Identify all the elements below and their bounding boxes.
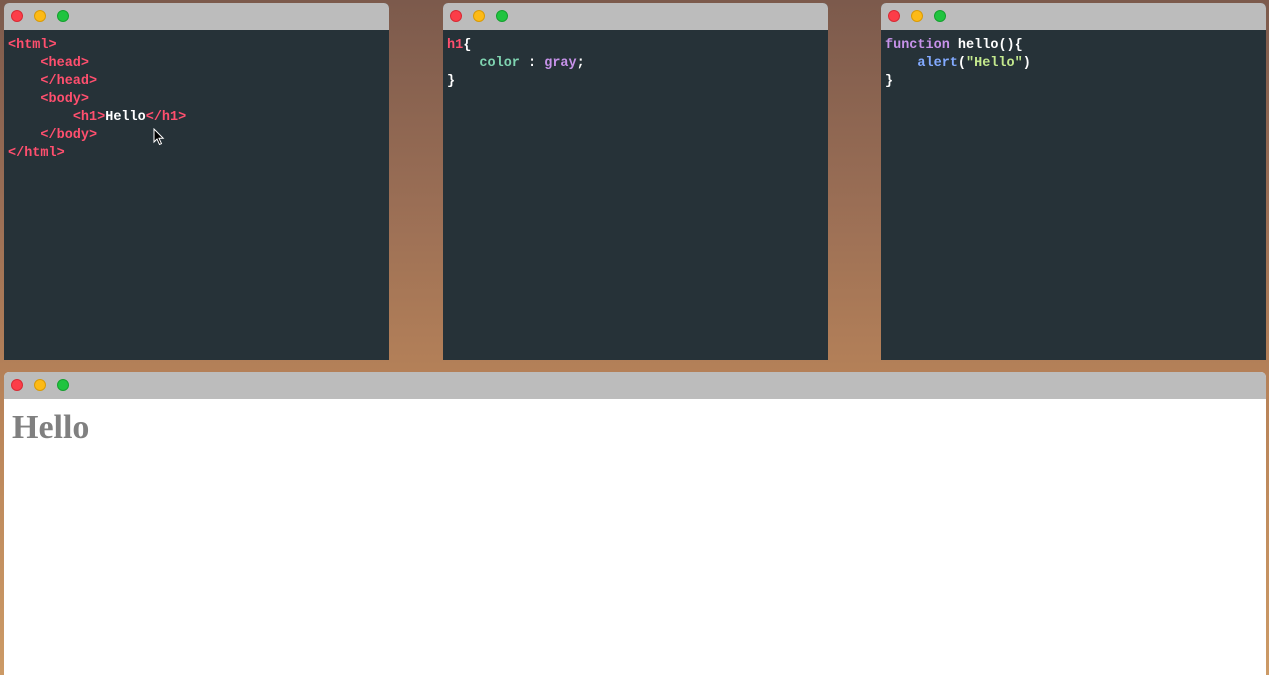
minimize-button-icon[interactable] <box>911 10 923 22</box>
js-call-close: ) <box>1022 56 1031 71</box>
html-code-editor[interactable]: <html> <head> </head> <body> <h1>Hello</… <box>4 30 389 163</box>
close-button-icon[interactable] <box>888 10 900 22</box>
html-editor-window: <html> <head> </head> <body> <h1>Hello</… <box>4 3 389 360</box>
maximize-button-icon[interactable] <box>934 10 946 22</box>
mouse-pointer-icon <box>153 128 165 146</box>
css-property: color <box>479 56 520 71</box>
body-open-tag: <body> <box>40 92 90 107</box>
head-close-tag: </head> <box>40 74 98 89</box>
js-keyword: function <box>885 38 950 53</box>
minimize-button-icon[interactable] <box>34 10 46 22</box>
maximize-button-icon[interactable] <box>57 10 69 22</box>
js-editor-window: function hello(){ alert("Hello") } <box>881 3 1266 360</box>
h1-text: Hello <box>105 110 146 125</box>
preview-titlebar[interactable] <box>4 372 1266 399</box>
html-close-tag: </html> <box>8 146 65 161</box>
minimize-button-icon[interactable] <box>473 10 485 22</box>
close-button-icon[interactable] <box>11 10 23 22</box>
css-semicolon: ; <box>576 56 585 71</box>
js-signature-punct: (){ <box>998 38 1023 53</box>
h1-close-tag: </h1> <box>145 110 187 125</box>
minimize-button-icon[interactable] <box>34 379 46 391</box>
css-colon: : <box>519 56 545 71</box>
head-open-tag: <head> <box>40 56 90 71</box>
css-value: gray <box>544 56 577 71</box>
js-call-arg: "Hello" <box>966 56 1023 71</box>
css-open-brace: { <box>463 38 472 53</box>
html-open-tag: <html> <box>8 38 57 53</box>
js-call-open: ( <box>957 56 967 71</box>
css-close-brace: } <box>447 74 456 89</box>
js-editor-titlebar[interactable] <box>881 3 1266 30</box>
preview-window: Hello <box>4 372 1266 675</box>
js-call-name: alert <box>917 56 958 71</box>
maximize-button-icon[interactable] <box>496 10 508 22</box>
js-close-brace: } <box>885 74 894 89</box>
close-button-icon[interactable] <box>450 10 462 22</box>
maximize-button-icon[interactable] <box>57 379 69 391</box>
css-code-editor[interactable]: h1{ color : gray; } <box>443 30 828 91</box>
body-close-tag: </body> <box>40 128 98 143</box>
js-function-name: hello <box>957 38 999 53</box>
close-button-icon[interactable] <box>11 379 23 391</box>
css-editor-window: h1{ color : gray; } <box>443 3 828 360</box>
preview-heading: Hello <box>12 409 90 446</box>
html-editor-titlebar[interactable] <box>4 3 389 30</box>
css-editor-titlebar[interactable] <box>443 3 828 30</box>
js-code-editor[interactable]: function hello(){ alert("Hello") } <box>881 30 1266 91</box>
h1-open-tag: <h1> <box>72 110 106 125</box>
css-selector: h1 <box>447 38 464 53</box>
